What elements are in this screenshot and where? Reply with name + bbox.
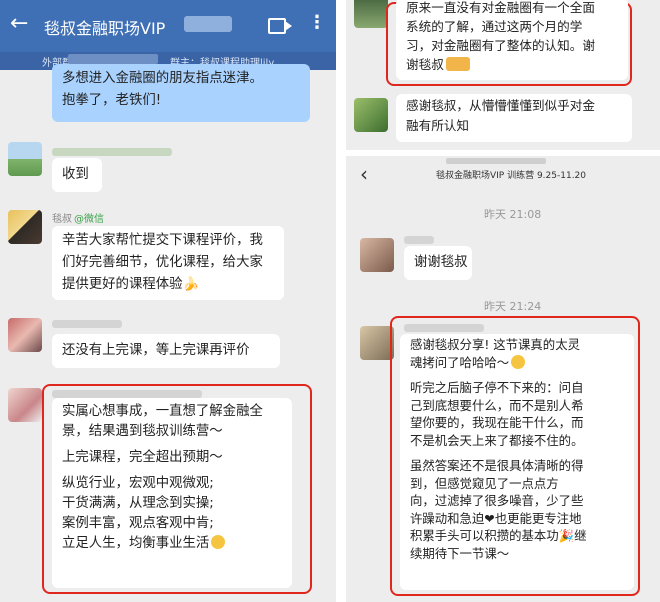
message-line: 干货满满，从理念到实操; [62,496,214,511]
message-bubble[interactable]: 收到 [52,158,102,192]
message-line: 向，过滤掉了很多噪音，少了些 [410,493,584,508]
smile-emoji-icon [211,535,226,549]
message-line: 纵览行业，宏观中观微观; [62,476,214,491]
message-line: 收到 [62,167,89,182]
right-bottom-chat-screenshot: ‹ 毯叔金融职场VIP 训练营 9.25-11.20 昨天 21:08 谢谢毯叔… [346,156,660,602]
message-text: 魂拷问了哈哈哈～ [410,354,510,370]
timestamp: 昨天 21:08 [484,208,542,221]
avatar[interactable] [8,142,42,176]
message-text: 立足人生，均衡事业生活 [62,536,210,551]
message-line: 习，对金融圈有了整体的认知。谢 [406,38,595,53]
message-line: 辛苦大家帮忙提交下课程评价，我 [62,233,263,248]
message-line: 多想进入金融圈的朋友指点迷津。 [62,71,263,86]
sender-tag: @微信 [74,214,104,225]
message-bubble[interactable]: 还没有上完课，等上完课再评价 [52,334,280,368]
message-line: 不是机会天上来了都接不住的。 [410,432,584,448]
message-line: 感谢毯叔，从懵懵懂懂到似乎对金 [406,98,595,113]
message-bubble[interactable]: 原来一直没有对金融圈有一个全面 系统的了解，通过这两个月的学 习，对金融圈有了整… [396,0,628,80]
more-vert-icon[interactable]: ⋮ [308,12,326,33]
chat-header: ← 毯叔金融职场VIP ⋮ [0,0,336,52]
message-line: 续期待下一节课～ [410,545,510,561]
message-line: 望你要的，我现在能干什么，而 [410,415,584,430]
message-line: 景，结果遇到毯叔训练营～ [62,424,223,439]
message-line: 融有所认知 [406,118,469,133]
chat-title: 毯叔金融职场VIP 训练营 9.25-11.20 [436,171,587,181]
message-line: 许躁动和急迫❤也更能更专注地 [410,510,582,526]
message-line: 系统的了解，通过这两个月的学 [406,19,583,34]
chat-header: ‹ 毯叔金融职场VIP 训练营 9.25-11.20 [346,156,660,196]
video-call-icon[interactable] [268,18,292,34]
message-bubble[interactable]: 多想进入金融圈的朋友指点迷津。 抱拳了，老铁们! [52,64,310,122]
message-line: 还没有上完课，等上完课再评价 [62,343,250,358]
message-line: 到，但感觉窥见了一点点方 [410,475,559,491]
left-chat-screenshot: ← 毯叔金融职场VIP ⋮ 外部群 群主：毯叔课程助理lily 多想进入金融圈的… [0,0,336,602]
message-line [410,449,624,457]
message-line: 立足人生，均衡事业生活 [62,534,282,554]
avatar[interactable] [360,238,394,272]
message-text: 谢毯叔 [406,57,444,72]
message-line: 抱拳了，老铁们! [62,93,162,108]
blurred-title-suffix [184,16,232,32]
chevron-left-icon[interactable]: ‹ [360,162,368,186]
message-line: 听完之后脑子停不下来的：问自 [410,380,584,395]
message-line: 案例丰富，观点客观中肯; [62,516,214,531]
message-line: 己到底想要什么，而不是别人希 [410,397,584,413]
message-line: 感谢毯叔分享! 这节课真的太灵 [410,337,580,352]
message-line: 谢谢毯叔 [414,255,468,270]
message-line: 实属心想事成，一直想了解金融全 [62,404,263,419]
blurred-sender-name [404,236,434,244]
avatar[interactable] [8,388,42,422]
arrow-left-icon[interactable]: ← [10,11,28,36]
message-line: 原来一直没有对金融圈有一个全面 [406,0,595,15]
message-bubble[interactable]: 感谢毯叔分享! 这节课真的太灵 魂拷问了哈哈哈～ 听完之后脑子停不下来的：问自 … [400,334,634,590]
chat-title: 毯叔金融职场VIP [44,19,166,38]
timestamp: 昨天 21:24 [484,300,542,313]
avatar[interactable] [8,318,42,352]
message-bubble[interactable]: 谢谢毯叔 [404,246,472,280]
sender-name: 毯叔 [52,214,72,225]
avatar[interactable] [8,210,42,244]
avatar[interactable] [360,326,394,360]
message-line: 上完课程，完全超出预期～ [62,450,223,465]
message-bubble[interactable]: 辛苦大家帮忙提交下课程评价，我 们好完善细节，优化课程，给大家 提供更好的课程体… [52,226,284,300]
message-line [410,371,624,379]
blurred-title [446,158,546,164]
avatar[interactable] [354,0,388,28]
message-line: 积累手头可以积攒的基本功🎉继 [410,528,587,543]
laugh-emoji-icon [511,354,526,369]
message-line: 魂拷问了哈哈哈～ [410,354,624,372]
message-bubble[interactable]: 实属心想事成，一直想了解金融全 景，结果遇到毯叔训练营～ 上完课程，完全超出预期… [52,398,292,588]
right-top-chat-screenshot: 原来一直没有对金融圈有一个全面 系统的了解，通过这两个月的学 习，对金融圈有了整… [346,0,660,150]
blurred-sender-name [52,320,122,328]
clap-emoji-icon [445,57,470,71]
blurred-subtitle [68,54,158,64]
message-line: 提供更好的课程体验🍌 [62,277,200,292]
message-line: 们好完善细节，优化课程，给大家 [62,255,263,270]
message-line: 谢毯叔 [406,55,618,74]
message-line: 虽然答案还不是很具体清晰的得 [410,458,584,473]
blurred-sender-name [52,148,172,156]
message-bubble[interactable]: 感谢毯叔，从懵懵懂懂到似乎对金 融有所认知 [396,94,632,142]
avatar[interactable] [354,98,388,132]
